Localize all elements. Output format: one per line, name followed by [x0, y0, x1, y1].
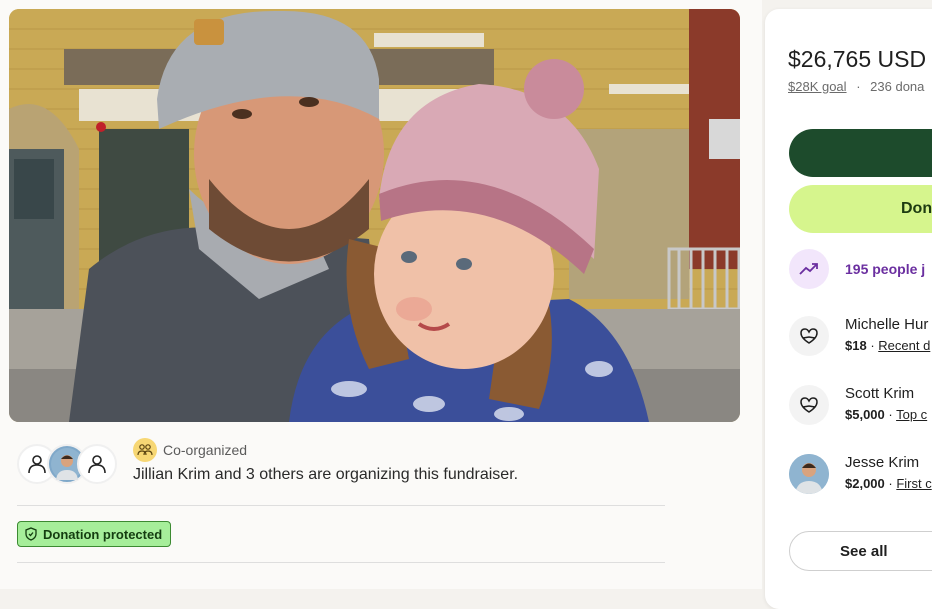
- donate-button[interactable]: Don: [789, 185, 932, 233]
- person-icon: [28, 455, 46, 474]
- donor-item: Jesse Krim $2,000 · First c: [789, 454, 932, 494]
- divider: [17, 562, 665, 563]
- recent-donors-count: 195 people j: [845, 261, 926, 277]
- donor-name: Michelle Hur: [845, 316, 929, 333]
- organizer-avatars[interactable]: [17, 444, 117, 484]
- amount-raised: $26,765 USD r: [788, 46, 932, 72]
- activity-row: 195 people j: [789, 249, 925, 289]
- separator: ·: [856, 79, 861, 94]
- donor-name: Scott Krim: [845, 385, 915, 402]
- see-all-button[interactable]: See all: [789, 531, 932, 571]
- donations-count: 236 dona: [870, 79, 925, 94]
- donor-item: Scott Krim $5,000 · Top c: [789, 385, 927, 425]
- co-organized-badge: Co-organized: [133, 438, 247, 462]
- donor-detail: $5,000 · Top c: [845, 407, 927, 422]
- donor-note-link[interactable]: Top c: [896, 407, 927, 422]
- donor-amount: $18: [845, 338, 867, 353]
- co-organized-label: Co-organized: [163, 442, 248, 458]
- donation-protected-label: Donation protected: [43, 526, 163, 542]
- donation-sidebar: $26,765 USD r $28K goal · 236 dona S Don…: [765, 9, 932, 609]
- shield-icon: [25, 527, 37, 541]
- donor-amount: $2,000: [845, 476, 885, 491]
- donor-note-link[interactable]: Recent d: [878, 338, 930, 353]
- donor-detail: $2,000 · First c: [845, 476, 932, 491]
- donor-note-link[interactable]: First c: [896, 476, 931, 491]
- heart-hand-icon: [789, 385, 829, 425]
- donor-amount: $5,000: [845, 407, 885, 422]
- organizer-avatar[interactable]: [77, 444, 117, 484]
- goal-link[interactable]: $28K goal: [788, 79, 847, 94]
- trending-up-icon: [789, 249, 829, 289]
- separator: ·: [884, 476, 897, 491]
- donation-protected-badge[interactable]: Donation protected: [17, 521, 172, 547]
- divider: [17, 505, 665, 506]
- separator: ·: [866, 338, 879, 353]
- photo-illustration: [9, 9, 740, 422]
- heart-hand-icon: [789, 316, 829, 356]
- organizers-description: Jillian Krim and 3 others are organizing…: [133, 466, 519, 483]
- fundraiser-main: Co-organized Jillian Krim and 3 others a…: [0, 0, 762, 589]
- separator: ·: [884, 407, 897, 422]
- donor-avatar-photo: [789, 454, 829, 494]
- fundraiser-photo[interactable]: [9, 9, 740, 422]
- person-icon: [88, 455, 106, 474]
- donor-detail: $18 · Recent d: [845, 338, 930, 353]
- goal-summary: $28K goal · 236 dona: [788, 79, 924, 94]
- group-icon: [133, 438, 157, 462]
- share-button[interactable]: S: [789, 129, 932, 177]
- donor-name: Jesse Krim: [845, 454, 920, 471]
- donor-item: Michelle Hur $18 · Recent d: [789, 316, 930, 356]
